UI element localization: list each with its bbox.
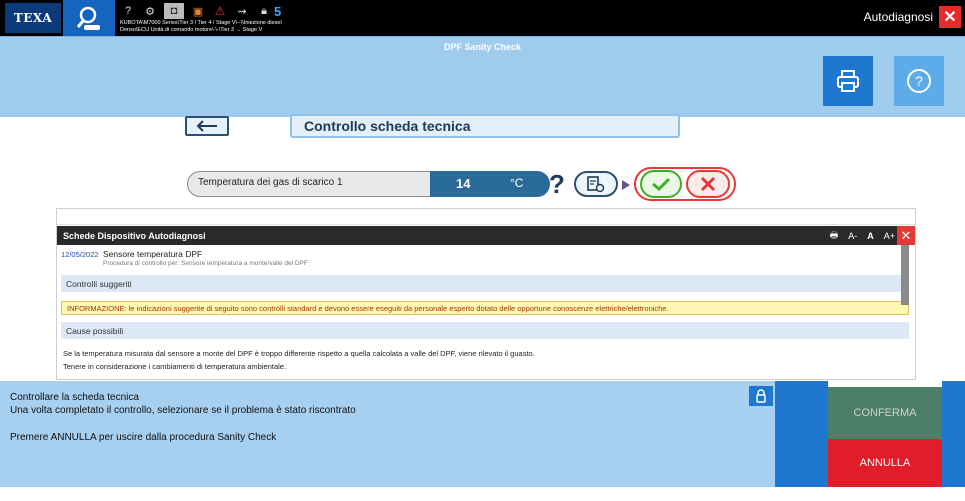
cancel-button[interactable]: ANNULLA (828, 439, 942, 487)
info-notice: INFORMAZIONE: le indicazioni suggerite d… (61, 301, 909, 315)
notification-count: 5 (274, 3, 282, 19)
lock-icon: 🔒︎ (261, 4, 267, 17)
texa-logo: TEXA (5, 3, 61, 33)
font-decrease-button[interactable]: A- (848, 231, 857, 241)
close-icon[interactable]: ✕ (939, 6, 961, 28)
vehicle-icon[interactable]: ▣ (190, 3, 206, 19)
help-button[interactable]: ? (894, 56, 944, 106)
check-icon (652, 177, 671, 192)
cause-text-2: Tenere in considerazione i cambiamenti d… (63, 362, 287, 371)
print-icon (837, 70, 859, 92)
instruction-line-2: Una volta completato il controllo, selez… (10, 405, 356, 416)
back-button[interactable] (185, 116, 229, 136)
panel-top-strip (57, 209, 915, 225)
section-suggested-checks: Controlli suggeriti (61, 275, 909, 292)
bottom-blue-panel (775, 381, 828, 487)
usb-icon: ⇝ (237, 5, 247, 18)
parameter-value: 14 (456, 176, 471, 191)
search-icon (76, 6, 100, 30)
instruction-line-3: Premere ANNULLA per uscire dalla procedu… (10, 432, 277, 443)
panel-header: Schede Dispositivo Autodiagnosi (57, 226, 915, 245)
page-title: DPF Sanity Check (443, 42, 522, 52)
entry-title[interactable]: Sensore temperatura DPF (103, 249, 202, 259)
app-window: TEXA ? ⚙ ◘ ▣ ⚠ ⇝ 🔒︎ 5 KUBOTA\M7000 Serie… (0, 0, 965, 501)
vehicle-path-line1: KUBOTA\M7000 Series\Tier 3 / Tier 4 / St… (120, 20, 282, 26)
ok-button[interactable] (640, 170, 682, 198)
cause-text-1: Se la temperatura misurata dal sensore a… (63, 349, 535, 358)
section-possible-causes: Cause possibili (61, 322, 909, 339)
vehicle-path-line2: Denso\ECU Unità di comando motore\-\-\Ti… (120, 27, 263, 33)
document-settings-button[interactable] (574, 171, 618, 197)
status-icons: ? ⚙ ◘ ▣ ⚠ ⇝ 🔒︎ 5 (120, 3, 281, 19)
search-button[interactable] (63, 0, 115, 36)
panel-scrollbar[interactable] (901, 245, 909, 305)
panel-print-icon[interactable]: 🖶︎ (830, 228, 839, 244)
lock-icon (756, 389, 766, 403)
cancel-x-icon (700, 176, 716, 192)
panel-toolbar: 🖶︎ A- A A+ (830, 226, 895, 245)
warning-icon[interactable]: ⚠ (212, 3, 228, 19)
bottom-right-strip (942, 381, 965, 487)
header-bar (0, 56, 965, 117)
section-title: Controllo scheda tecnica (290, 114, 680, 138)
font-reset-button[interactable]: A (867, 231, 874, 241)
parameter-value-display: 14 °C (430, 171, 550, 197)
parameter-label: Temperatura dei gas di scarico 1 (187, 171, 442, 197)
print-button[interactable] (823, 56, 873, 106)
top-bar: TEXA ? ⚙ ◘ ▣ ⚠ ⇝ 🔒︎ 5 KUBOTA\M7000 Serie… (0, 0, 965, 36)
entry-date: 12/05/2022 (61, 250, 99, 259)
gear-link-icon[interactable]: ⚙ (142, 3, 158, 19)
svg-text:?: ? (915, 73, 923, 89)
instruction-line-1: Controllare la scheda tecnica (10, 392, 139, 403)
lock-button[interactable] (749, 386, 773, 406)
entry-subtitle: Procedura di controllo per: Sensore temp… (103, 260, 308, 267)
help-circle-icon[interactable]: ? (120, 3, 136, 19)
camera-icon[interactable]: ◘ (164, 3, 184, 19)
bottom-margin (0, 487, 965, 501)
font-increase-button[interactable]: A+ (884, 231, 895, 241)
panel-close-icon[interactable]: ✕ (897, 226, 915, 245)
confirm-button[interactable]: CONFERMA (828, 387, 942, 439)
mode-label: Autodiagnosi (863, 10, 933, 24)
document-panel: Schede Dispositivo Autodiagnosi 🖶︎ A- A … (56, 208, 916, 380)
reject-button[interactable] (686, 170, 730, 198)
back-arrow-icon (196, 120, 217, 132)
parameter-unit: °C (510, 176, 524, 190)
parameter-help-button[interactable]: ? (544, 169, 570, 199)
flow-arrow (622, 180, 630, 190)
doc-settings-icon (587, 176, 605, 193)
question-icon: ? (907, 69, 931, 93)
